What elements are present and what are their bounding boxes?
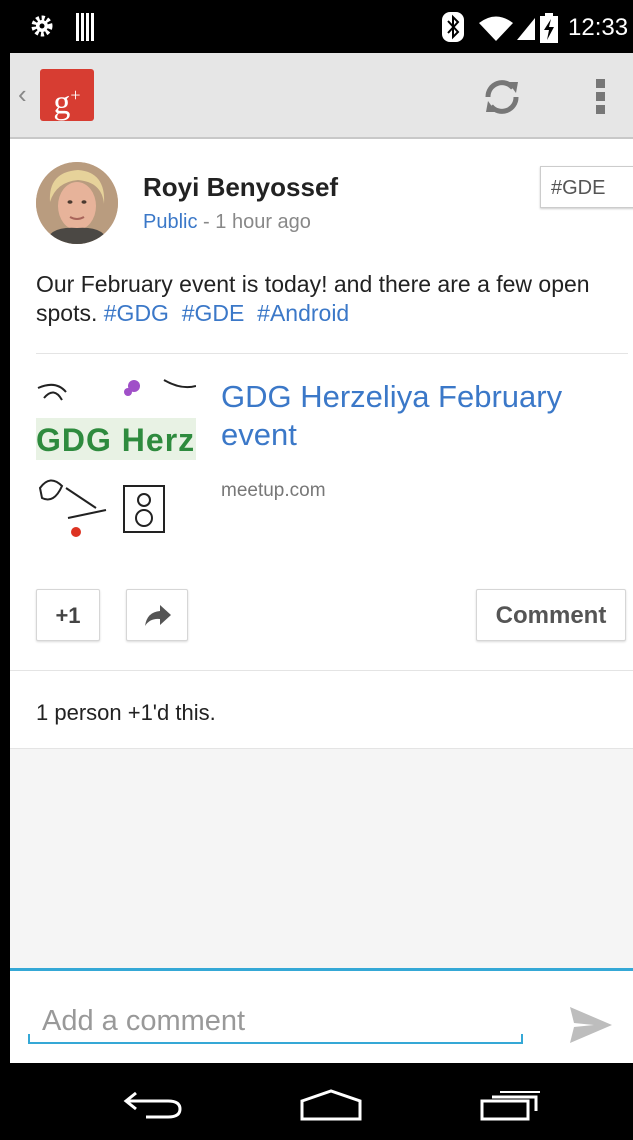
action-bar: ‹ g+ (10, 53, 633, 139)
hashtag-gde[interactable]: #GDE (182, 300, 245, 326)
input-underline-tick (521, 1034, 523, 1044)
link-domain: meetup.com (221, 480, 326, 501)
barcode-icon (76, 13, 96, 41)
share-arrow-icon (145, 605, 171, 626)
author-avatar[interactable] (36, 162, 118, 244)
link-title[interactable]: GDG Herzeliya February event (221, 378, 621, 454)
nav-recents-icon[interactable] (480, 1089, 542, 1121)
post-time: 1 hour ago (215, 211, 311, 233)
avatar-photo (36, 162, 118, 244)
share-button[interactable] (126, 589, 188, 641)
clock-time: 12:33 (568, 14, 629, 41)
nav-back-icon[interactable] (122, 1089, 184, 1119)
refresh-icon[interactable] (482, 78, 522, 116)
status-bar: 12:33 (10, 0, 633, 53)
comment-input[interactable] (28, 1000, 523, 1044)
bluetooth-icon (442, 12, 464, 42)
navigation-bar (10, 1063, 633, 1140)
thumbnail-text: GDG Herz (36, 422, 196, 458)
divider (36, 353, 628, 354)
back-caret-icon[interactable]: ‹ (18, 79, 27, 110)
battery-charging-icon (540, 13, 558, 43)
send-icon[interactable] (570, 1007, 612, 1043)
post-meta: Public - 1 hour ago (143, 211, 311, 234)
nav-home-icon[interactable] (298, 1089, 364, 1121)
input-underline-tick (28, 1034, 30, 1044)
plus-ones-count[interactable]: 1 person +1'd this. (36, 700, 216, 726)
link-thumbnail[interactable]: GDG Herz (36, 378, 196, 538)
divider (10, 670, 633, 671)
hashtag-chip[interactable]: #GDE (540, 166, 633, 208)
gplus-post-screen: 12:33 ‹ g+ Royi Benyossef Public - 1 hou… (10, 0, 633, 1140)
comment-button[interactable]: Comment (476, 589, 626, 641)
hashtag-gdg[interactable]: #GDG (104, 300, 169, 326)
comments-area (10, 749, 633, 968)
post-body: Our February event is today! and there a… (36, 270, 633, 328)
plus-one-button[interactable]: +1 (36, 589, 100, 641)
author-name[interactable]: Royi Benyossef (143, 172, 338, 203)
gplus-logo[interactable]: g+ (40, 69, 94, 121)
meta-separator: - (197, 211, 216, 233)
settings-icon (31, 15, 53, 37)
visibility-link[interactable]: Public (143, 211, 197, 233)
hashtag-android[interactable]: #Android (257, 300, 349, 326)
overflow-menu-icon[interactable] (596, 79, 606, 118)
wifi-icon (479, 16, 535, 41)
comment-bar (10, 968, 633, 1066)
